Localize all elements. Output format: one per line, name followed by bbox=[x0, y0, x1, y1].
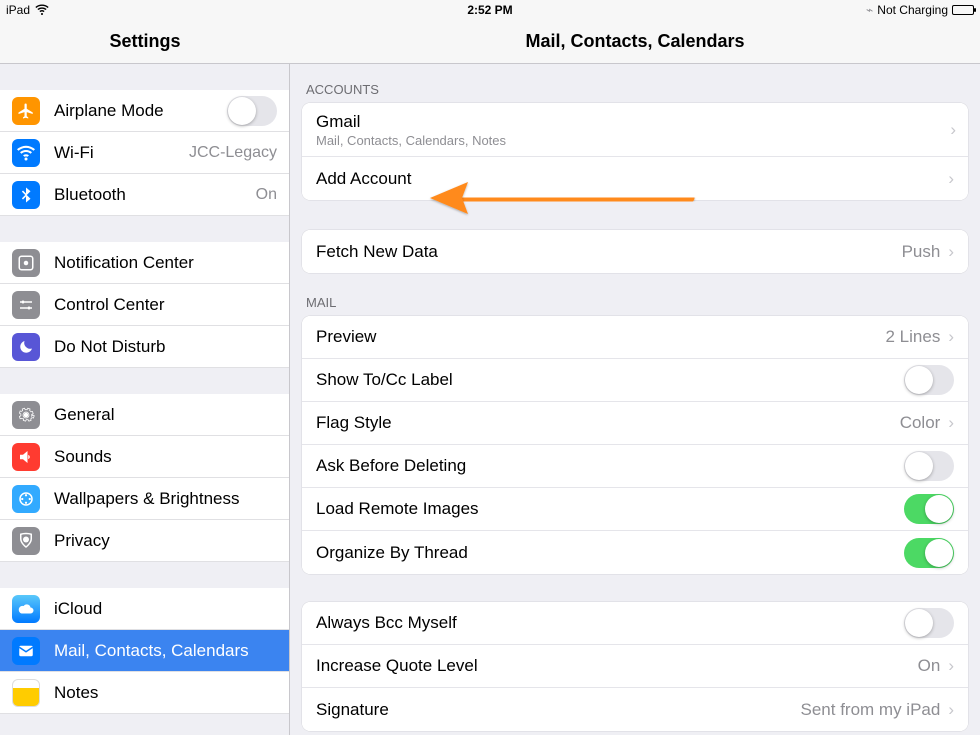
section-header-mail: MAIL bbox=[290, 273, 980, 316]
increase-quote-row[interactable]: Increase Quote Level On › bbox=[302, 645, 968, 688]
control-center-icon bbox=[12, 291, 40, 319]
account-row-gmail[interactable]: Gmail Mail, Contacts, Calendars, Notes › bbox=[302, 103, 968, 157]
sidebar-item-label: Notification Center bbox=[54, 253, 277, 273]
load-remote-images-label: Load Remote Images bbox=[316, 499, 904, 519]
chevron-right-icon: › bbox=[948, 327, 954, 347]
sidebar-item-icloud[interactable]: iCloud bbox=[0, 588, 289, 630]
wifi-icon bbox=[12, 139, 40, 167]
section-header-accounts: ACCOUNTS bbox=[290, 64, 980, 103]
nav-title-detail: Mail, Contacts, Calendars bbox=[290, 20, 980, 63]
ask-before-deleting-label: Ask Before Deleting bbox=[316, 456, 904, 476]
preview-value: 2 Lines bbox=[886, 327, 941, 347]
chevron-right-icon: › bbox=[948, 169, 954, 189]
battery-icon bbox=[952, 5, 974, 15]
load-remote-images-row[interactable]: Load Remote Images bbox=[302, 488, 968, 531]
sidebar-item-notification-center[interactable]: Notification Center bbox=[0, 242, 289, 284]
increase-quote-value: On bbox=[918, 656, 941, 676]
sidebar-item-airplane-mode[interactable]: Airplane Mode bbox=[0, 90, 289, 132]
wifi-icon bbox=[35, 2, 49, 19]
detail-pane[interactable]: ACCOUNTS Gmail Mail, Contacts, Calendars… bbox=[290, 64, 980, 735]
settings-sidebar[interactable]: Airplane Mode Wi-Fi JCC-Legacy Bluetooth… bbox=[0, 64, 290, 735]
sidebar-item-do-not-disturb[interactable]: Do Not Disturb bbox=[0, 326, 289, 368]
sidebar-item-label: Notes bbox=[54, 683, 277, 703]
moon-icon bbox=[12, 333, 40, 361]
preview-row[interactable]: Preview 2 Lines › bbox=[302, 316, 968, 359]
cloud-icon bbox=[12, 595, 40, 623]
sidebar-item-privacy[interactable]: Privacy bbox=[0, 520, 289, 562]
device-label: iPad bbox=[6, 3, 30, 17]
sidebar-item-label: Sounds bbox=[54, 447, 277, 467]
sidebar-item-label: Do Not Disturb bbox=[54, 337, 277, 357]
status-bar: iPad 2:52 PM ⌁ Not Charging bbox=[0, 0, 980, 20]
sidebar-item-label: Airplane Mode bbox=[54, 101, 227, 121]
organize-by-thread-label: Organize By Thread bbox=[316, 543, 904, 563]
show-tocc-row[interactable]: Show To/Cc Label bbox=[302, 359, 968, 402]
preview-label: Preview bbox=[316, 327, 886, 347]
sidebar-item-sounds[interactable]: Sounds bbox=[0, 436, 289, 478]
sidebar-item-wallpapers[interactable]: Wallpapers & Brightness bbox=[0, 478, 289, 520]
wallpaper-icon bbox=[12, 485, 40, 513]
sidebar-item-mail-contacts-calendars[interactable]: Mail, Contacts, Calendars bbox=[0, 630, 289, 672]
signature-row[interactable]: Signature Sent from my iPad › bbox=[302, 688, 968, 731]
flag-style-label: Flag Style bbox=[316, 413, 900, 433]
chevron-right-icon: › bbox=[950, 120, 956, 140]
fetch-value: Push bbox=[902, 242, 941, 262]
fetch-new-data-row[interactable]: Fetch New Data Push › bbox=[302, 230, 968, 273]
add-account-label: Add Account bbox=[316, 169, 940, 189]
airplane-toggle[interactable] bbox=[227, 96, 277, 126]
sidebar-item-control-center[interactable]: Control Center bbox=[0, 284, 289, 326]
airplane-icon bbox=[12, 97, 40, 125]
bluetooth-icon bbox=[12, 181, 40, 209]
chevron-right-icon: › bbox=[948, 242, 954, 262]
sidebar-item-label: Wallpapers & Brightness bbox=[54, 489, 277, 509]
gear-icon bbox=[12, 401, 40, 429]
add-account-row[interactable]: Add Account › bbox=[302, 157, 968, 200]
sidebar-item-label: General bbox=[54, 405, 277, 425]
nav-title-settings: Settings bbox=[0, 20, 290, 63]
sidebar-item-label: Bluetooth bbox=[54, 185, 256, 205]
account-title: Gmail bbox=[316, 112, 360, 132]
notification-center-icon bbox=[12, 249, 40, 277]
privacy-icon bbox=[12, 527, 40, 555]
show-tocc-label: Show To/Cc Label bbox=[316, 370, 904, 390]
mail-icon bbox=[12, 637, 40, 665]
always-bcc-toggle[interactable] bbox=[904, 608, 954, 638]
sidebar-item-notes[interactable]: Notes bbox=[0, 672, 289, 714]
sidebar-item-general[interactable]: General bbox=[0, 394, 289, 436]
increase-quote-label: Increase Quote Level bbox=[316, 656, 918, 676]
organize-by-thread-toggle[interactable] bbox=[904, 538, 954, 568]
signature-value: Sent from my iPad bbox=[801, 700, 941, 720]
bluetooth-value: On bbox=[256, 186, 277, 204]
sidebar-item-label: iCloud bbox=[54, 599, 277, 619]
organize-by-thread-row[interactable]: Organize By Thread bbox=[302, 531, 968, 574]
show-tocc-toggle[interactable] bbox=[904, 365, 954, 395]
charging-label: Not Charging bbox=[877, 3, 948, 17]
ask-before-deleting-row[interactable]: Ask Before Deleting bbox=[302, 445, 968, 488]
chevron-right-icon: › bbox=[948, 700, 954, 720]
fetch-label: Fetch New Data bbox=[316, 242, 902, 262]
chevron-right-icon: › bbox=[948, 413, 954, 433]
chevron-right-icon: › bbox=[948, 656, 954, 676]
clock: 2:52 PM bbox=[467, 3, 512, 17]
sidebar-item-wifi[interactable]: Wi-Fi JCC-Legacy bbox=[0, 132, 289, 174]
always-bcc-row[interactable]: Always Bcc Myself bbox=[302, 602, 968, 645]
always-bcc-label: Always Bcc Myself bbox=[316, 613, 904, 633]
wifi-value: JCC-Legacy bbox=[189, 144, 277, 162]
sounds-icon bbox=[12, 443, 40, 471]
bluetooth-icon: ⌁ bbox=[866, 3, 873, 17]
sidebar-item-bluetooth[interactable]: Bluetooth On bbox=[0, 174, 289, 216]
load-remote-images-toggle[interactable] bbox=[904, 494, 954, 524]
nav-bar: Settings Mail, Contacts, Calendars bbox=[0, 20, 980, 64]
signature-label: Signature bbox=[316, 700, 801, 720]
sidebar-item-label: Privacy bbox=[54, 531, 277, 551]
sidebar-item-label: Control Center bbox=[54, 295, 277, 315]
flag-style-value: Color bbox=[900, 413, 941, 433]
account-subtitle: Mail, Contacts, Calendars, Notes bbox=[316, 133, 506, 148]
ask-before-deleting-toggle[interactable] bbox=[904, 451, 954, 481]
sidebar-item-label: Wi-Fi bbox=[54, 143, 189, 163]
flag-style-row[interactable]: Flag Style Color › bbox=[302, 402, 968, 445]
sidebar-item-label: Mail, Contacts, Calendars bbox=[54, 641, 277, 661]
notes-icon bbox=[12, 679, 40, 707]
